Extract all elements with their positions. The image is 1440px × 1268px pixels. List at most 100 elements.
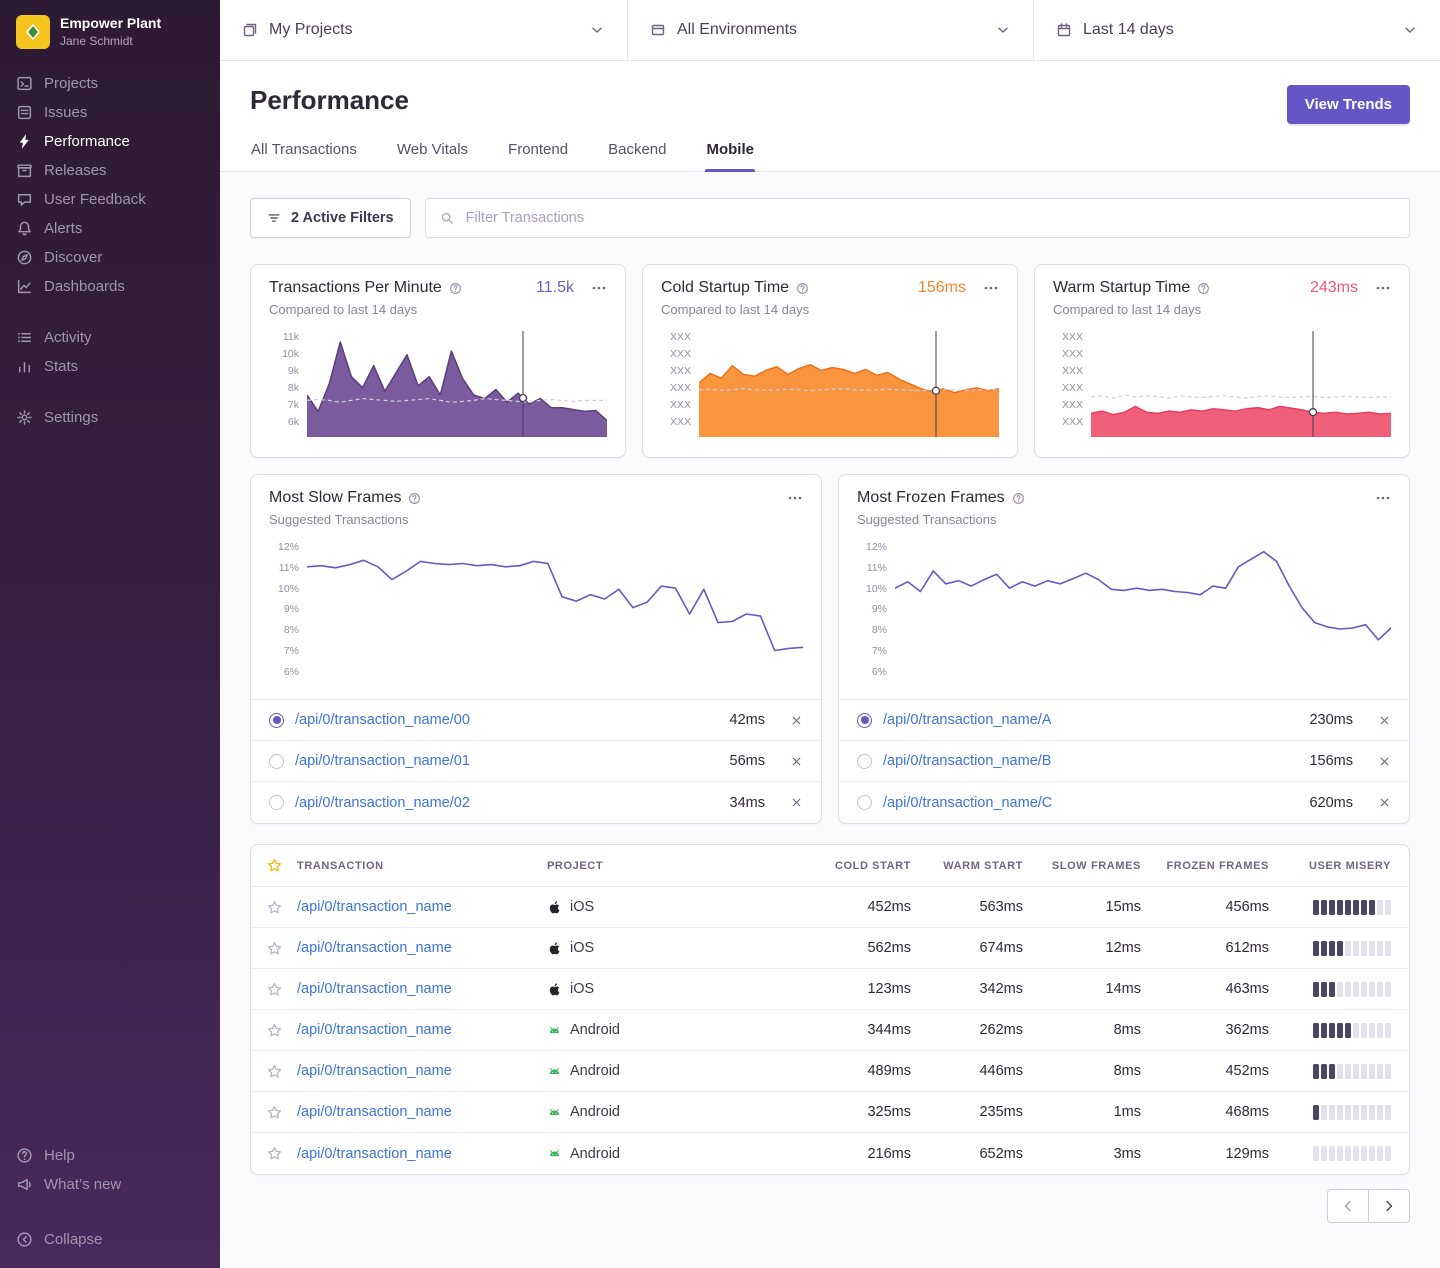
- transaction-link[interactable]: /api/0/transaction_name: [297, 1063, 547, 1079]
- close-icon[interactable]: [790, 755, 803, 768]
- sidebar-item-collapse[interactable]: Collapse: [0, 1225, 220, 1254]
- sidebar-item-whats-new[interactable]: What’s new: [0, 1170, 220, 1199]
- ellipsis-menu-icon[interactable]: [1375, 490, 1391, 506]
- column-header-warm-start[interactable]: WARM START: [911, 860, 1023, 872]
- column-header-transaction[interactable]: TRANSACTION: [297, 860, 547, 872]
- suggestions-chart[interactable]: [895, 541, 1391, 687]
- sidebar-item-stats[interactable]: Stats: [0, 352, 220, 381]
- tab-frontend[interactable]: Frontend: [507, 141, 569, 171]
- close-icon[interactable]: [1378, 796, 1391, 809]
- close-icon[interactable]: [790, 796, 803, 809]
- transaction-link[interactable]: /api/0/transaction_name: [297, 940, 547, 956]
- sidebar-item-activity[interactable]: Activity: [0, 323, 220, 352]
- transaction-link[interactable]: /api/0/transaction_name/A: [883, 712, 1051, 728]
- star-toggle[interactable]: [251, 900, 297, 915]
- column-header-user-misery[interactable]: USER MISERY: [1269, 860, 1409, 872]
- metric-chart[interactable]: [307, 331, 607, 437]
- metric-chart[interactable]: [699, 331, 999, 437]
- tab-all-transactions[interactable]: All Transactions: [250, 141, 358, 171]
- project-selector[interactable]: My Projects: [220, 0, 628, 60]
- close-icon[interactable]: [1378, 714, 1391, 727]
- sidebar-item-settings[interactable]: Settings: [0, 403, 220, 432]
- active-filters-button[interactable]: 2 Active Filters: [250, 198, 411, 238]
- previous-page-button[interactable]: [1327, 1189, 1369, 1223]
- radio-button[interactable]: [269, 713, 284, 728]
- help-icon[interactable]: [1197, 282, 1210, 295]
- help-icon[interactable]: [1012, 492, 1025, 505]
- next-page-button[interactable]: [1368, 1189, 1410, 1223]
- transaction-link[interactable]: /api/0/transaction_name: [297, 981, 547, 997]
- transaction-link[interactable]: /api/0/transaction_name: [297, 1146, 547, 1162]
- duration-value: 56ms: [730, 753, 765, 769]
- radio-button[interactable]: [857, 754, 872, 769]
- suggestions-chart[interactable]: [307, 541, 803, 687]
- y-tick: 6%: [284, 666, 299, 678]
- help-icon[interactable]: [408, 492, 421, 505]
- view-trends-button[interactable]: View Trends: [1287, 85, 1410, 124]
- nav-item-label: User Feedback: [44, 191, 146, 208]
- search-input[interactable]: [464, 209, 1395, 227]
- transaction-link[interactable]: /api/0/transaction_name/00: [295, 712, 470, 728]
- tab-backend[interactable]: Backend: [607, 141, 667, 171]
- ellipsis-menu-icon[interactable]: [983, 280, 999, 296]
- tab-web-vitals[interactable]: Web Vitals: [396, 141, 469, 171]
- column-header-slow-frames[interactable]: SLOW FRAMES: [1023, 860, 1141, 872]
- misery-segment: [1329, 900, 1335, 915]
- sidebar-item-releases[interactable]: Releases: [0, 156, 220, 185]
- y-axis-labels: 11k10k9k8k7k6k: [269, 331, 299, 437]
- star-toggle[interactable]: [251, 941, 297, 956]
- misery-segment: [1353, 1105, 1359, 1120]
- transaction-link[interactable]: /api/0/transaction_name/B: [883, 753, 1051, 769]
- help-icon[interactable]: [796, 282, 809, 295]
- sidebar-item-dashboards[interactable]: Dashboards: [0, 272, 220, 301]
- sidebar-item-projects[interactable]: Projects: [0, 69, 220, 98]
- star-toggle[interactable]: [251, 1023, 297, 1038]
- ellipsis-menu-icon[interactable]: [787, 490, 803, 506]
- star-toggle[interactable]: [251, 982, 297, 997]
- radio-button[interactable]: [269, 754, 284, 769]
- transaction-link[interactable]: /api/0/transaction_name/C: [883, 795, 1052, 811]
- sidebar-item-user-feedback[interactable]: User Feedback: [0, 185, 220, 214]
- sidebar-item-issues[interactable]: Issues: [0, 98, 220, 127]
- filter-row: 2 Active Filters: [250, 198, 1410, 238]
- misery-segment: [1321, 1023, 1327, 1038]
- sidebar-item-help[interactable]: Help: [0, 1141, 220, 1170]
- misery-segment: [1329, 941, 1335, 956]
- star-toggle[interactable]: [251, 1146, 297, 1161]
- radio-button[interactable]: [857, 795, 872, 810]
- daterange-selector[interactable]: Last 14 days: [1034, 0, 1440, 60]
- transaction-link[interactable]: /api/0/transaction_name: [297, 1022, 547, 1038]
- column-header-project[interactable]: PROJECT: [547, 860, 801, 872]
- metric-chart[interactable]: [1091, 331, 1391, 437]
- transaction-link[interactable]: /api/0/transaction_name/02: [295, 795, 470, 811]
- transaction-link[interactable]: /api/0/transaction_name: [297, 1104, 547, 1120]
- tab-mobile[interactable]: Mobile: [705, 141, 755, 171]
- org-switcher[interactable]: Empower Plant Jane Schmidt: [0, 0, 220, 69]
- metric-value: 156ms: [918, 279, 966, 297]
- close-icon[interactable]: [1378, 755, 1391, 768]
- ellipsis-menu-icon[interactable]: [591, 280, 607, 296]
- frozen-frames-value: 452ms: [1141, 1063, 1269, 1079]
- help-icon[interactable]: [449, 282, 462, 295]
- transaction-link[interactable]: /api/0/transaction_name: [297, 899, 547, 915]
- misery-segment: [1369, 1023, 1375, 1038]
- column-header-frozen-frames[interactable]: FROZEN FRAMES: [1141, 860, 1269, 872]
- platform-icon: [547, 941, 562, 956]
- sidebar-item-performance[interactable]: Performance: [0, 127, 220, 156]
- y-tick: 7k: [288, 399, 299, 411]
- star-toggle[interactable]: [251, 1064, 297, 1079]
- column-header-cold-start[interactable]: COLD START: [801, 860, 911, 872]
- star-toggle[interactable]: [251, 1105, 297, 1120]
- star-column-header[interactable]: [251, 858, 297, 873]
- metric-card: Warm Startup Time 243ms Compared to last…: [1034, 264, 1410, 458]
- radio-button[interactable]: [269, 795, 284, 810]
- transaction-link[interactable]: /api/0/transaction_name/01: [295, 753, 470, 769]
- environment-selector[interactable]: All Environments: [628, 0, 1034, 60]
- close-icon[interactable]: [790, 714, 803, 727]
- sidebar-item-discover[interactable]: Discover: [0, 243, 220, 272]
- ellipsis-menu-icon[interactable]: [1375, 280, 1391, 296]
- nav-item-label: Alerts: [44, 220, 82, 237]
- slow-frames-value: 1ms: [1023, 1104, 1141, 1120]
- sidebar-item-alerts[interactable]: Alerts: [0, 214, 220, 243]
- radio-button[interactable]: [857, 713, 872, 728]
